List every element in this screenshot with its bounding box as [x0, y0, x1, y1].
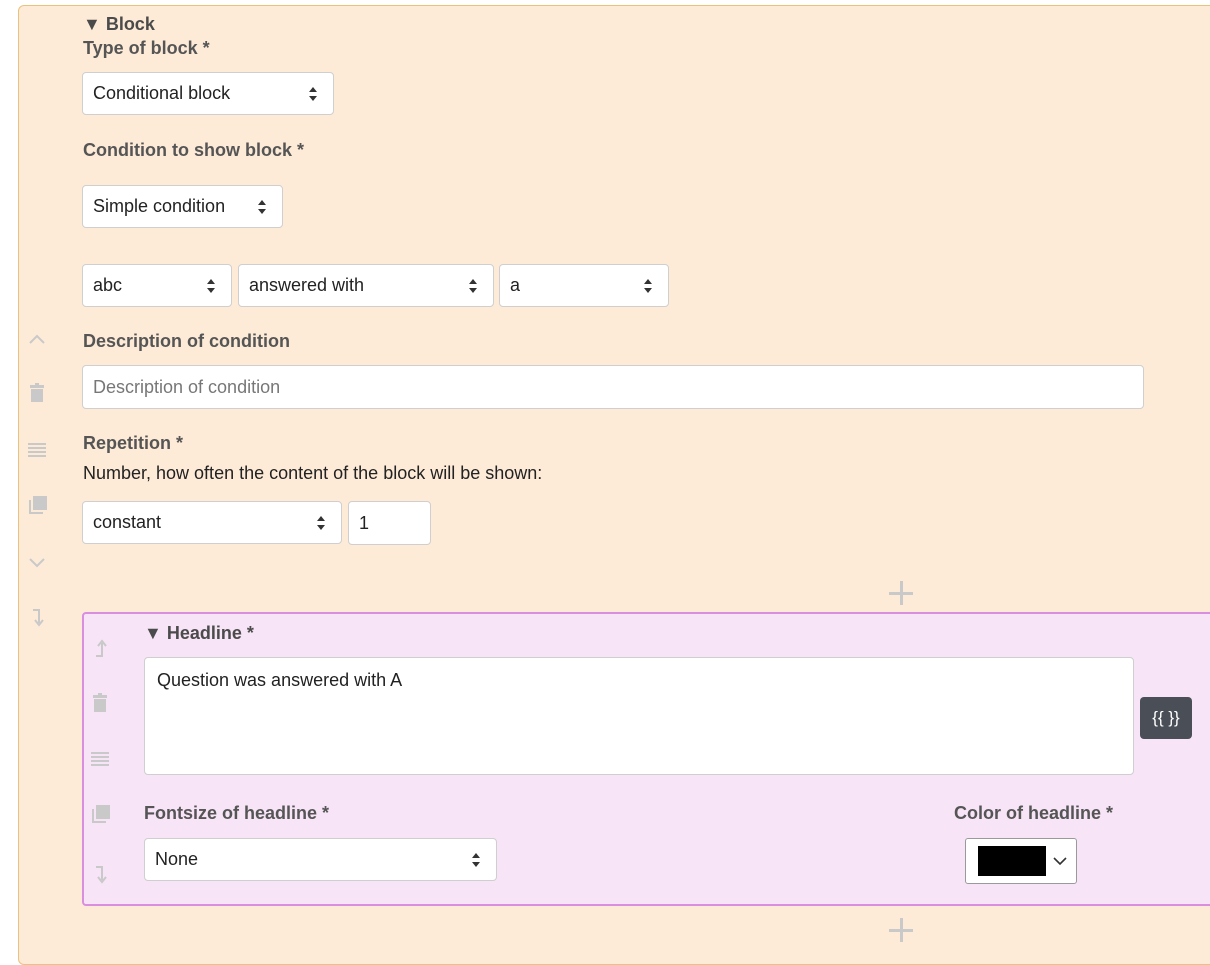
condition-operator-select[interactable]: answered with — [238, 264, 494, 307]
color-label: Color of headline * — [954, 803, 1114, 823]
condition-question-select[interactable]: abc — [82, 264, 232, 307]
type-of-block-label: Type of block * — [83, 38, 210, 58]
chevron-down-icon[interactable] — [25, 551, 49, 575]
color-picker[interactable] — [965, 838, 1077, 884]
condition-type-value: Simple condition — [93, 196, 226, 216]
chevron-down-icon — [1053, 857, 1067, 866]
condition-type-select[interactable]: Simple condition — [82, 185, 283, 228]
headline-text-area[interactable]: Question was answered with A — [144, 657, 1134, 775]
fontsize-label: Fontsize of headline * — [144, 803, 330, 823]
condition-operator-value: answered with — [249, 275, 365, 295]
duplicate-icon[interactable] — [25, 494, 49, 518]
headline-text: Question was answered with A — [157, 670, 403, 690]
select-arrows-icon — [207, 278, 215, 293]
color-swatch — [978, 846, 1046, 876]
move-into-icon[interactable] — [88, 863, 112, 887]
fontsize-select[interactable]: None — [144, 838, 497, 881]
repetition-mode-select[interactable]: constant — [82, 501, 342, 544]
type-of-block-value: Conditional block — [93, 83, 231, 103]
select-arrows-icon — [469, 278, 477, 293]
repetition-help-text: Number, how often the content of the blo… — [83, 463, 543, 483]
condition-answer-select[interactable]: a — [499, 264, 669, 307]
select-arrows-icon — [309, 86, 317, 101]
move-into-icon[interactable] — [25, 606, 49, 630]
trash-icon[interactable] — [88, 691, 112, 715]
repetition-count-input[interactable]: 1 — [348, 501, 431, 545]
repetition-mode-value: constant — [93, 512, 162, 532]
fontsize-value: None — [155, 849, 199, 869]
select-arrows-icon — [644, 278, 652, 293]
drag-handle-icon[interactable] — [25, 438, 49, 462]
move-out-icon[interactable] — [88, 636, 112, 660]
condition-question-value: abc — [93, 275, 123, 295]
select-arrows-icon — [472, 852, 480, 867]
block-title[interactable]: ▼ Block — [83, 14, 155, 35]
headline-title[interactable]: ▼ Headline * — [144, 623, 254, 644]
repetition-label: Repetition * — [83, 433, 184, 453]
chevron-up-icon[interactable] — [25, 327, 49, 351]
description-input[interactable]: Description of condition — [82, 365, 1144, 409]
repetition-count-value: 1 — [359, 512, 370, 533]
select-arrows-icon — [317, 515, 325, 530]
trash-icon[interactable] — [25, 381, 49, 405]
condition-label: Condition to show block * — [83, 140, 304, 160]
drag-handle-icon[interactable] — [88, 747, 112, 771]
select-arrows-icon — [258, 199, 266, 214]
type-of-block-select[interactable]: Conditional block — [82, 72, 334, 115]
insert-variable-button[interactable]: {{ }} — [1140, 697, 1192, 739]
condition-answer-value: a — [510, 275, 521, 295]
add-element-plus-icon[interactable] — [889, 581, 913, 605]
add-element-plus-icon[interactable] — [889, 918, 913, 942]
description-label: Description of condition — [83, 331, 290, 351]
description-placeholder: Description of condition — [93, 376, 281, 397]
duplicate-icon[interactable] — [88, 803, 112, 827]
